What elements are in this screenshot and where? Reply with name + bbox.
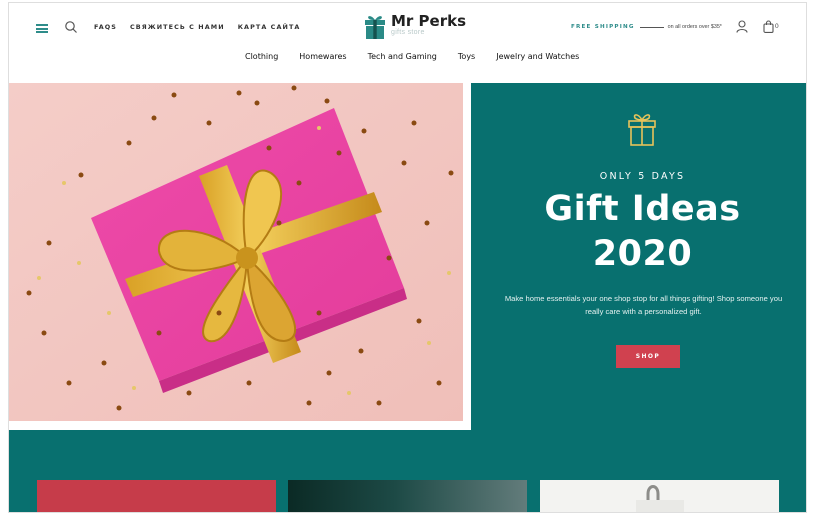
gift-box-icon	[628, 114, 656, 146]
gift-logo-icon	[365, 16, 385, 39]
nav-homewares[interactable]: Homewares	[299, 52, 346, 61]
hero-headline-line-2: 2020	[592, 234, 693, 274]
hero-eyebrow: ONLY 5 DAYS	[599, 171, 686, 182]
hero-description: Make home essentials your one shop stop …	[504, 294, 783, 316]
site-logo[interactable]: Mr Perks gifts store	[364, 13, 466, 39]
main-nav: Clothing Homewares Tech and Gaming Toys …	[245, 52, 579, 61]
shopping-bag-photo	[540, 480, 779, 512]
page: FAQS СВЯЖИТЕСЬ С НАМИ КАРТА САЙТА Mr Per…	[8, 2, 807, 513]
category-card-red[interactable]	[37, 480, 276, 512]
hero-headline: Gift Ideas 2020	[479, 187, 806, 277]
faqs-link[interactable]: FAQS	[94, 23, 117, 31]
shop-button[interactable]: SHOP	[616, 345, 680, 368]
hero-headline-line-1: Gift Ideas	[544, 189, 741, 229]
hero-content: ONLY 5 DAYS Gift Ideas 2020 Make home es…	[479, 83, 806, 430]
contact-us-link[interactable]: СВЯЖИТЕСЬ С НАМИ	[130, 23, 225, 31]
category-card-dark[interactable]	[288, 480, 527, 512]
nav-jewelry-and-watches[interactable]: Jewelry and Watches	[496, 52, 579, 61]
cart-count: 0	[775, 23, 779, 30]
hamburger-menu-icon[interactable]	[36, 24, 48, 33]
free-shipping-label: FREE SHIPPING	[571, 24, 635, 30]
shipping-divider	[639, 26, 664, 28]
user-icon[interactable]	[736, 20, 748, 33]
nav-clothing[interactable]: Clothing	[245, 52, 278, 61]
shipping-note: on all orders over $35*	[667, 24, 722, 30]
hero-photo-frame	[9, 83, 471, 430]
gift-box-photo	[9, 83, 463, 421]
site-header: FAQS СВЯЖИТЕСЬ С НАМИ КАРТА САЙТА Mr Per…	[9, 3, 806, 83]
category-card-light[interactable]	[540, 480, 779, 512]
search-icon[interactable]	[64, 20, 78, 34]
sitemap-link[interactable]: КАРТА САЙТА	[238, 23, 301, 31]
brand-name: Mr Perks	[391, 12, 467, 30]
shipping-promo: FREE SHIPPING on all orders over $35*	[571, 24, 722, 30]
nav-toys[interactable]: Toys	[458, 52, 475, 61]
brand-tagline: gifts store	[391, 29, 425, 36]
shopping-bag-icon[interactable]	[763, 20, 774, 33]
hero-photo[interactable]	[9, 83, 463, 421]
top-links: FAQS СВЯЖИТЕСЬ С НАМИ КАРТА САЙТА	[94, 23, 300, 31]
nav-tech-and-gaming[interactable]: Tech and Gaming	[368, 52, 437, 61]
